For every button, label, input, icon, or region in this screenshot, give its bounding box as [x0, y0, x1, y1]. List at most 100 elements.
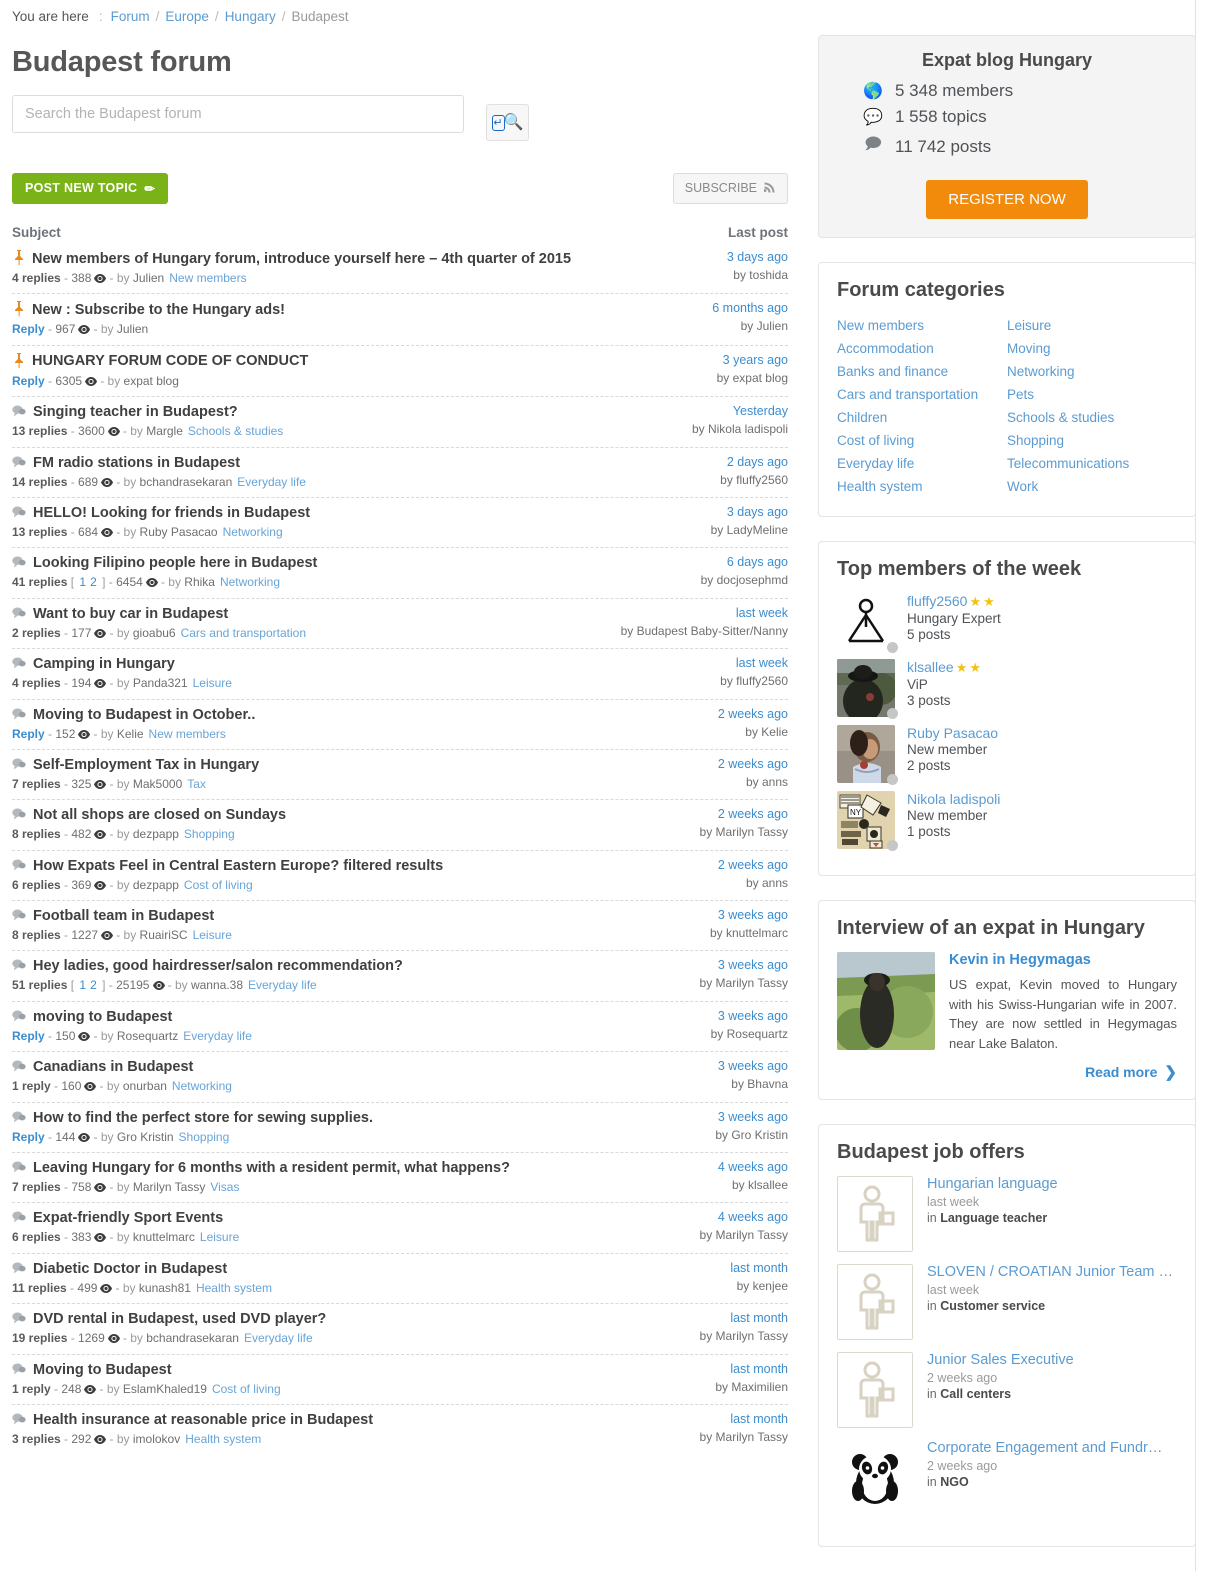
topic-title-link[interactable]: Football team in Budapest [33, 908, 214, 924]
topic-reply-link[interactable]: Reply [12, 1130, 45, 1144]
topic-category-link[interactable]: Everyday life [248, 978, 317, 992]
topic-title-link[interactable]: Looking Filipino people here in Budapest [33, 555, 317, 571]
search-input[interactable] [12, 95, 464, 133]
category-link[interactable]: Schools & studies [1007, 406, 1177, 429]
category-link[interactable]: Accommodation [837, 337, 1007, 360]
job-title-link[interactable]: SLOVEN / CROATIAN Junior Team … [927, 1264, 1177, 1280]
topic-reply-link[interactable]: Reply [12, 727, 45, 741]
topic-category-link[interactable]: Networking [220, 575, 280, 589]
category-link[interactable]: Children [837, 406, 1007, 429]
category-link[interactable]: Pets [1007, 383, 1177, 406]
topic-category-link[interactable]: Shopping [184, 827, 235, 841]
job-title-link[interactable]: Hungarian language [927, 1176, 1177, 1192]
topic-category-link[interactable]: New members [149, 727, 226, 741]
category-link[interactable]: Health system [837, 475, 1007, 498]
subscribe-button[interactable]: SUBSCRIBE [672, 172, 788, 204]
interview-read-more-link[interactable]: Read more ❯ [837, 1063, 1177, 1081]
topic-category-link[interactable]: Networking [172, 1079, 232, 1093]
topic-category-link[interactable]: Health system [196, 1281, 272, 1295]
topic-last-post-time[interactable]: 2 weeks ago [718, 858, 788, 872]
topic-category-link[interactable]: Networking [223, 525, 283, 539]
topic-title-link[interactable]: FM radio stations in Budapest [33, 455, 240, 471]
topic-last-post-time[interactable]: Yesterday [692, 404, 788, 418]
topic-title-link[interactable]: Singing teacher in Budapest? [33, 404, 238, 420]
topic-last-post-time[interactable]: 2 weeks ago [718, 757, 788, 771]
category-link[interactable]: Work [1007, 475, 1177, 498]
interview-person-link[interactable]: Kevin in Hegymagas [949, 952, 1177, 968]
category-link[interactable]: Shopping [1007, 429, 1177, 452]
topic-category-link[interactable]: Leisure [200, 1230, 239, 1244]
topic-category-link[interactable]: Health system [185, 1432, 261, 1446]
category-link[interactable]: Everyday life [837, 452, 1007, 475]
topic-last-post-time[interactable]: 2 weeks ago [700, 807, 788, 821]
category-link[interactable]: Telecommunications [1007, 452, 1177, 475]
topic-title-link[interactable]: Health insurance at reasonable price in … [33, 1412, 373, 1428]
topic-title-link[interactable]: Expat-friendly Sport Events [33, 1210, 223, 1226]
topic-reply-link[interactable]: Reply [12, 374, 45, 388]
topic-last-post-time[interactable]: 3 weeks ago [718, 1059, 788, 1073]
topic-last-post-time[interactable]: last month [730, 1261, 788, 1275]
topic-title-link[interactable]: New : Subscribe to the Hungary ads! [32, 302, 285, 318]
topic-last-post-time[interactable]: 3 weeks ago [700, 958, 788, 972]
topic-title-link[interactable]: Camping in Hungary [33, 656, 175, 672]
category-link[interactable]: Moving [1007, 337, 1177, 360]
topic-last-post-time[interactable]: 6 days ago [701, 555, 788, 569]
topic-title-link[interactable]: Moving to Budapest [33, 1362, 172, 1378]
topic-last-post-time[interactable]: 2 days ago [720, 455, 788, 469]
topic-page-link[interactable]: 2 [90, 978, 97, 992]
topic-last-post-time[interactable]: last month [715, 1362, 788, 1376]
topic-last-post-time[interactable]: last week [720, 656, 788, 670]
topic-category-link[interactable]: Shopping [179, 1130, 230, 1144]
topic-last-post-time[interactable]: last week [621, 606, 788, 620]
topic-reply-link[interactable]: Reply [12, 322, 45, 336]
topic-title-link[interactable]: Hey ladies, good hairdresser/salon recom… [33, 958, 403, 974]
job-title-link[interactable]: Junior Sales Executive [927, 1352, 1177, 1368]
topic-last-post-time[interactable]: 3 years ago [717, 353, 788, 367]
topic-page-link[interactable]: 1 [79, 575, 86, 589]
topic-page-link[interactable]: 2 [90, 575, 97, 589]
topic-last-post-time[interactable]: 3 weeks ago [710, 908, 788, 922]
category-link[interactable]: Cost of living [837, 429, 1007, 452]
topic-title-link[interactable]: Canadians in Budapest [33, 1059, 193, 1075]
topic-title-link[interactable]: Want to buy car in Budapest [33, 606, 228, 622]
breadcrumb-link-hungary[interactable]: Hungary [225, 9, 276, 24]
topic-last-post-time[interactable]: 2 weeks ago [718, 707, 788, 721]
topic-last-post-time[interactable]: 4 weeks ago [700, 1210, 788, 1224]
topic-last-post-time[interactable]: 3 days ago [727, 250, 788, 264]
topic-category-link[interactable]: Tax [187, 777, 206, 791]
topic-title-link[interactable]: How Expats Feel in Central Eastern Europ… [33, 858, 443, 874]
member-name-link[interactable]: Nikola ladispoli [907, 791, 1000, 807]
category-link[interactable]: Cars and transportation [837, 383, 1007, 406]
topic-title-link[interactable]: How to find the perfect store for sewing… [33, 1110, 373, 1126]
register-now-button[interactable]: REGISTER NOW [926, 180, 1088, 219]
search-button[interactable]: ↵ 🔍 [486, 104, 529, 141]
topic-category-link[interactable]: Cost of living [212, 1382, 281, 1396]
topic-title-link[interactable]: Self-Employment Tax in Hungary [33, 757, 259, 773]
topic-category-link[interactable]: Everyday life [237, 475, 306, 489]
topic-title-link[interactable]: DVD rental in Budapest, used DVD player? [33, 1311, 326, 1327]
topic-last-post-time[interactable]: 3 days ago [711, 505, 788, 519]
job-title-link[interactable]: Corporate Engagement and Fundr… [927, 1440, 1177, 1456]
topic-category-link[interactable]: Leisure [193, 676, 232, 690]
member-name-link[interactable]: fluffy2560 [907, 593, 967, 609]
topic-title-link[interactable]: HELLO! Looking for friends in Budapest [33, 505, 310, 521]
topic-page-link[interactable]: 1 [79, 978, 86, 992]
member-name-link[interactable]: Ruby Pasacao [907, 725, 998, 741]
topic-category-link[interactable]: Everyday life [183, 1029, 252, 1043]
topic-title-link[interactable]: Not all shops are closed on Sundays [33, 807, 286, 823]
category-link[interactable]: Banks and finance [837, 360, 1007, 383]
topic-title-link[interactable]: Moving to Budapest in October.. [33, 707, 255, 723]
topic-title-link[interactable]: New members of Hungary forum, introduce … [32, 251, 571, 267]
topic-last-post-time[interactable]: 3 weeks ago [711, 1009, 788, 1023]
category-link[interactable]: Leisure [1007, 314, 1177, 337]
topic-last-post-time[interactable]: 4 weeks ago [718, 1160, 788, 1174]
topic-reply-link[interactable]: Reply [12, 1029, 45, 1043]
topic-category-link[interactable]: Cost of living [184, 878, 253, 892]
topic-last-post-time[interactable]: 3 weeks ago [715, 1110, 788, 1124]
topic-category-link[interactable]: New members [169, 271, 246, 285]
topic-title-link[interactable]: Diabetic Doctor in Budapest [33, 1261, 227, 1277]
topic-category-link[interactable]: Leisure [193, 928, 232, 942]
topic-category-link[interactable]: Everyday life [244, 1331, 313, 1345]
topic-title-link[interactable]: moving to Budapest [33, 1009, 172, 1025]
breadcrumb-link-forum[interactable]: Forum [111, 9, 150, 24]
